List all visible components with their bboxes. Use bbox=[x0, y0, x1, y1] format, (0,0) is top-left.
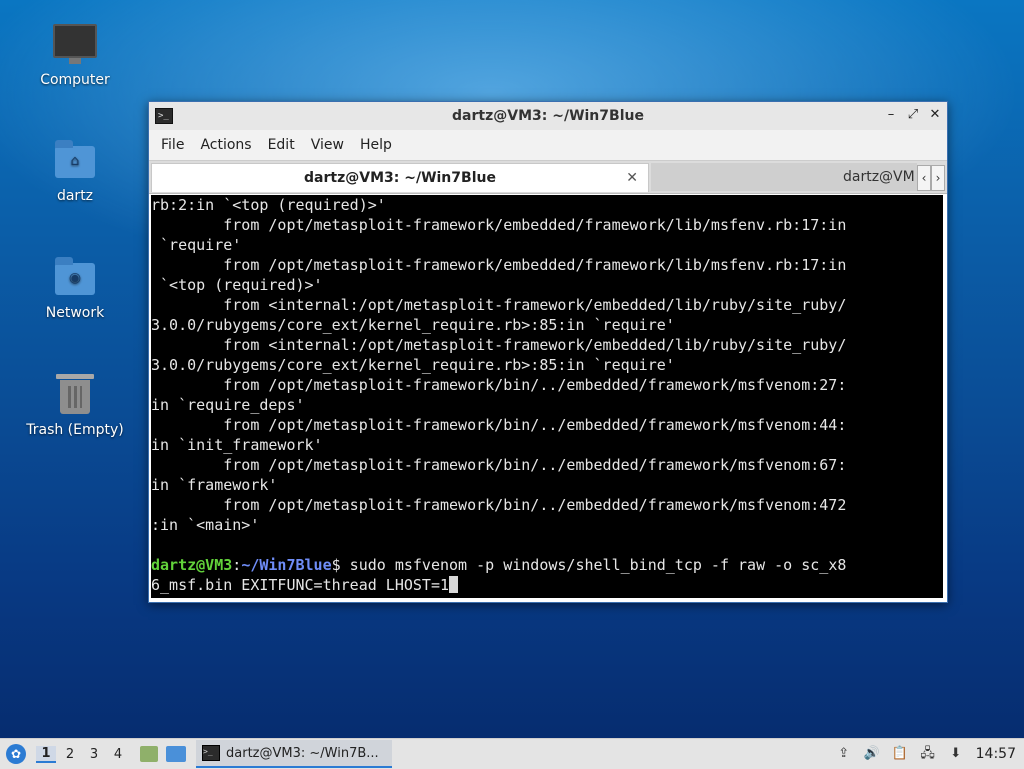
system-tray: ⇪ 🔊 📋 🖧 ⬇ 14:57 bbox=[836, 739, 1016, 769]
terminal-line: from <internal:/opt/metasploit-framework… bbox=[151, 296, 847, 314]
terminal-line: from /opt/metasploit-framework/bin/../em… bbox=[151, 456, 847, 474]
tab-scroll-right-icon[interactable]: › bbox=[931, 165, 945, 191]
menu-actions[interactable]: Actions bbox=[192, 137, 259, 153]
terminal-line: in `framework' bbox=[151, 476, 278, 494]
home-folder-icon: ⌂ bbox=[53, 138, 97, 182]
maximize-button[interactable]: ⤢ bbox=[907, 107, 919, 122]
terminal-line: :in `<main>' bbox=[151, 516, 260, 534]
menubar: File Actions Edit View Help bbox=[149, 130, 947, 160]
terminal-line: in `init_framework' bbox=[151, 436, 323, 454]
desktop-icon-label: Network bbox=[45, 305, 105, 321]
network-icon[interactable]: 🖧 bbox=[920, 746, 936, 762]
terminal-line: from /opt/metasploit-framework/embedded/… bbox=[151, 256, 847, 274]
tab-active[interactable]: dartz@VM3: ~/Win7Blue ✕ bbox=[151, 163, 649, 192]
show-desktop-icon[interactable] bbox=[166, 746, 186, 762]
desktop-icon-label: dartz bbox=[56, 188, 94, 204]
minimize-button[interactable]: – bbox=[885, 107, 897, 122]
terminal-line: `require' bbox=[151, 236, 242, 254]
desktop-icon-label: Computer bbox=[40, 72, 110, 88]
close-button[interactable]: ✕ bbox=[929, 107, 941, 122]
workspace-4[interactable]: 4 bbox=[108, 747, 128, 762]
command-text: 6_msf.bin EXITFUNC=thread LHOST=1 bbox=[151, 576, 450, 594]
tab-inactive[interactable]: dartz@VM bbox=[651, 163, 917, 191]
terminal-line: from /opt/metasploit-framework/bin/../em… bbox=[151, 376, 847, 394]
terminal-line: from /opt/metasploit-framework/bin/../em… bbox=[151, 416, 847, 434]
terminal-output[interactable]: rb:2:in `<top (required)>' from /opt/met… bbox=[151, 195, 943, 598]
menu-edit[interactable]: Edit bbox=[260, 137, 303, 153]
command-continuation: 6_msf.bin EXITFUNC=thread LHOST=1 bbox=[151, 575, 943, 595]
prompt-line: dartz@VM3:~/Win7Blue$ sudo msfvenom -p w… bbox=[151, 555, 943, 575]
terminal-line: 3.0.0/rubygems/core_ext/kernel_require.r… bbox=[151, 356, 675, 374]
desktop-icon-trash[interactable]: Trash (Empty) bbox=[20, 372, 130, 438]
desktop-icon-computer[interactable]: Computer bbox=[20, 22, 130, 88]
window-controls: – ⤢ ✕ bbox=[885, 107, 941, 122]
network-folder-icon: ◉ bbox=[53, 255, 97, 299]
menu-file[interactable]: File bbox=[153, 137, 192, 153]
taskbar: ✿ 1 2 3 4 >_ dartz@VM3: ~/Win7B... ⇪ 🔊 📋… bbox=[0, 738, 1024, 769]
terminal-line: from <internal:/opt/metasploit-framework… bbox=[151, 336, 847, 354]
desktop-icon-label: Trash (Empty) bbox=[26, 422, 124, 438]
tab-close-icon[interactable]: ✕ bbox=[626, 164, 638, 192]
terminal-line: 3.0.0/rubygems/core_ext/kernel_require.r… bbox=[151, 316, 675, 334]
volume-icon[interactable]: 🔊 bbox=[864, 746, 880, 762]
computer-icon bbox=[53, 22, 97, 66]
file-manager-icon[interactable] bbox=[140, 746, 158, 762]
start-menu-icon[interactable]: ✿ bbox=[6, 744, 26, 764]
prompt-user: dartz@VM3 bbox=[151, 556, 233, 574]
prompt-symbol: $ bbox=[331, 556, 341, 574]
terminal-line: `<top (required)>' bbox=[151, 276, 323, 294]
terminal-line: from /opt/metasploit-framework/bin/../em… bbox=[151, 496, 847, 514]
terminal-line: in `require_deps' bbox=[151, 396, 305, 414]
text-cursor bbox=[449, 576, 459, 593]
update-icon[interactable]: ⬇ bbox=[948, 746, 964, 762]
clipboard-icon[interactable]: 📋 bbox=[892, 746, 908, 762]
tab-scroll-left-icon[interactable]: ‹ bbox=[917, 165, 931, 191]
desktop-icon-network[interactable]: ◉ Network bbox=[20, 255, 130, 321]
terminal-line: rb:2:in `<top (required)>' bbox=[151, 196, 386, 214]
window-titlebar[interactable]: >_ dartz@VM3: ~/Win7Blue – ⤢ ✕ bbox=[149, 102, 947, 130]
tab-label: dartz@VM bbox=[843, 169, 915, 185]
desktop-icon-home[interactable]: ⌂ dartz bbox=[20, 138, 130, 204]
terminal-line: from /opt/metasploit-framework/embedded/… bbox=[151, 216, 847, 234]
workspace-1[interactable]: 1 bbox=[36, 745, 56, 763]
menu-view[interactable]: View bbox=[303, 137, 352, 153]
tab-bar: dartz@VM3: ~/Win7Blue ✕ dartz@VM ‹ › bbox=[149, 160, 947, 194]
terminal-window: >_ dartz@VM3: ~/Win7Blue – ⤢ ✕ File Acti… bbox=[148, 101, 948, 603]
workspace-2[interactable]: 2 bbox=[60, 747, 80, 762]
workspace-3[interactable]: 3 bbox=[84, 747, 104, 762]
prompt-separator: : bbox=[232, 556, 242, 574]
command-text: sudo msfvenom -p windows/shell_bind_tcp … bbox=[340, 556, 847, 574]
taskbar-item-terminal[interactable]: >_ dartz@VM3: ~/Win7B... bbox=[196, 740, 392, 768]
clock[interactable]: 14:57 bbox=[976, 746, 1016, 762]
menu-help[interactable]: Help bbox=[352, 137, 400, 153]
upload-icon[interactable]: ⇪ bbox=[836, 746, 852, 762]
tab-label: dartz@VM3: ~/Win7Blue bbox=[304, 170, 496, 186]
window-title: dartz@VM3: ~/Win7Blue bbox=[452, 108, 644, 124]
terminal-icon: >_ bbox=[202, 745, 220, 761]
prompt-path: ~/Win7Blue bbox=[241, 556, 332, 574]
trash-icon bbox=[53, 372, 97, 416]
taskbar-item-label: dartz@VM3: ~/Win7B... bbox=[226, 745, 379, 761]
